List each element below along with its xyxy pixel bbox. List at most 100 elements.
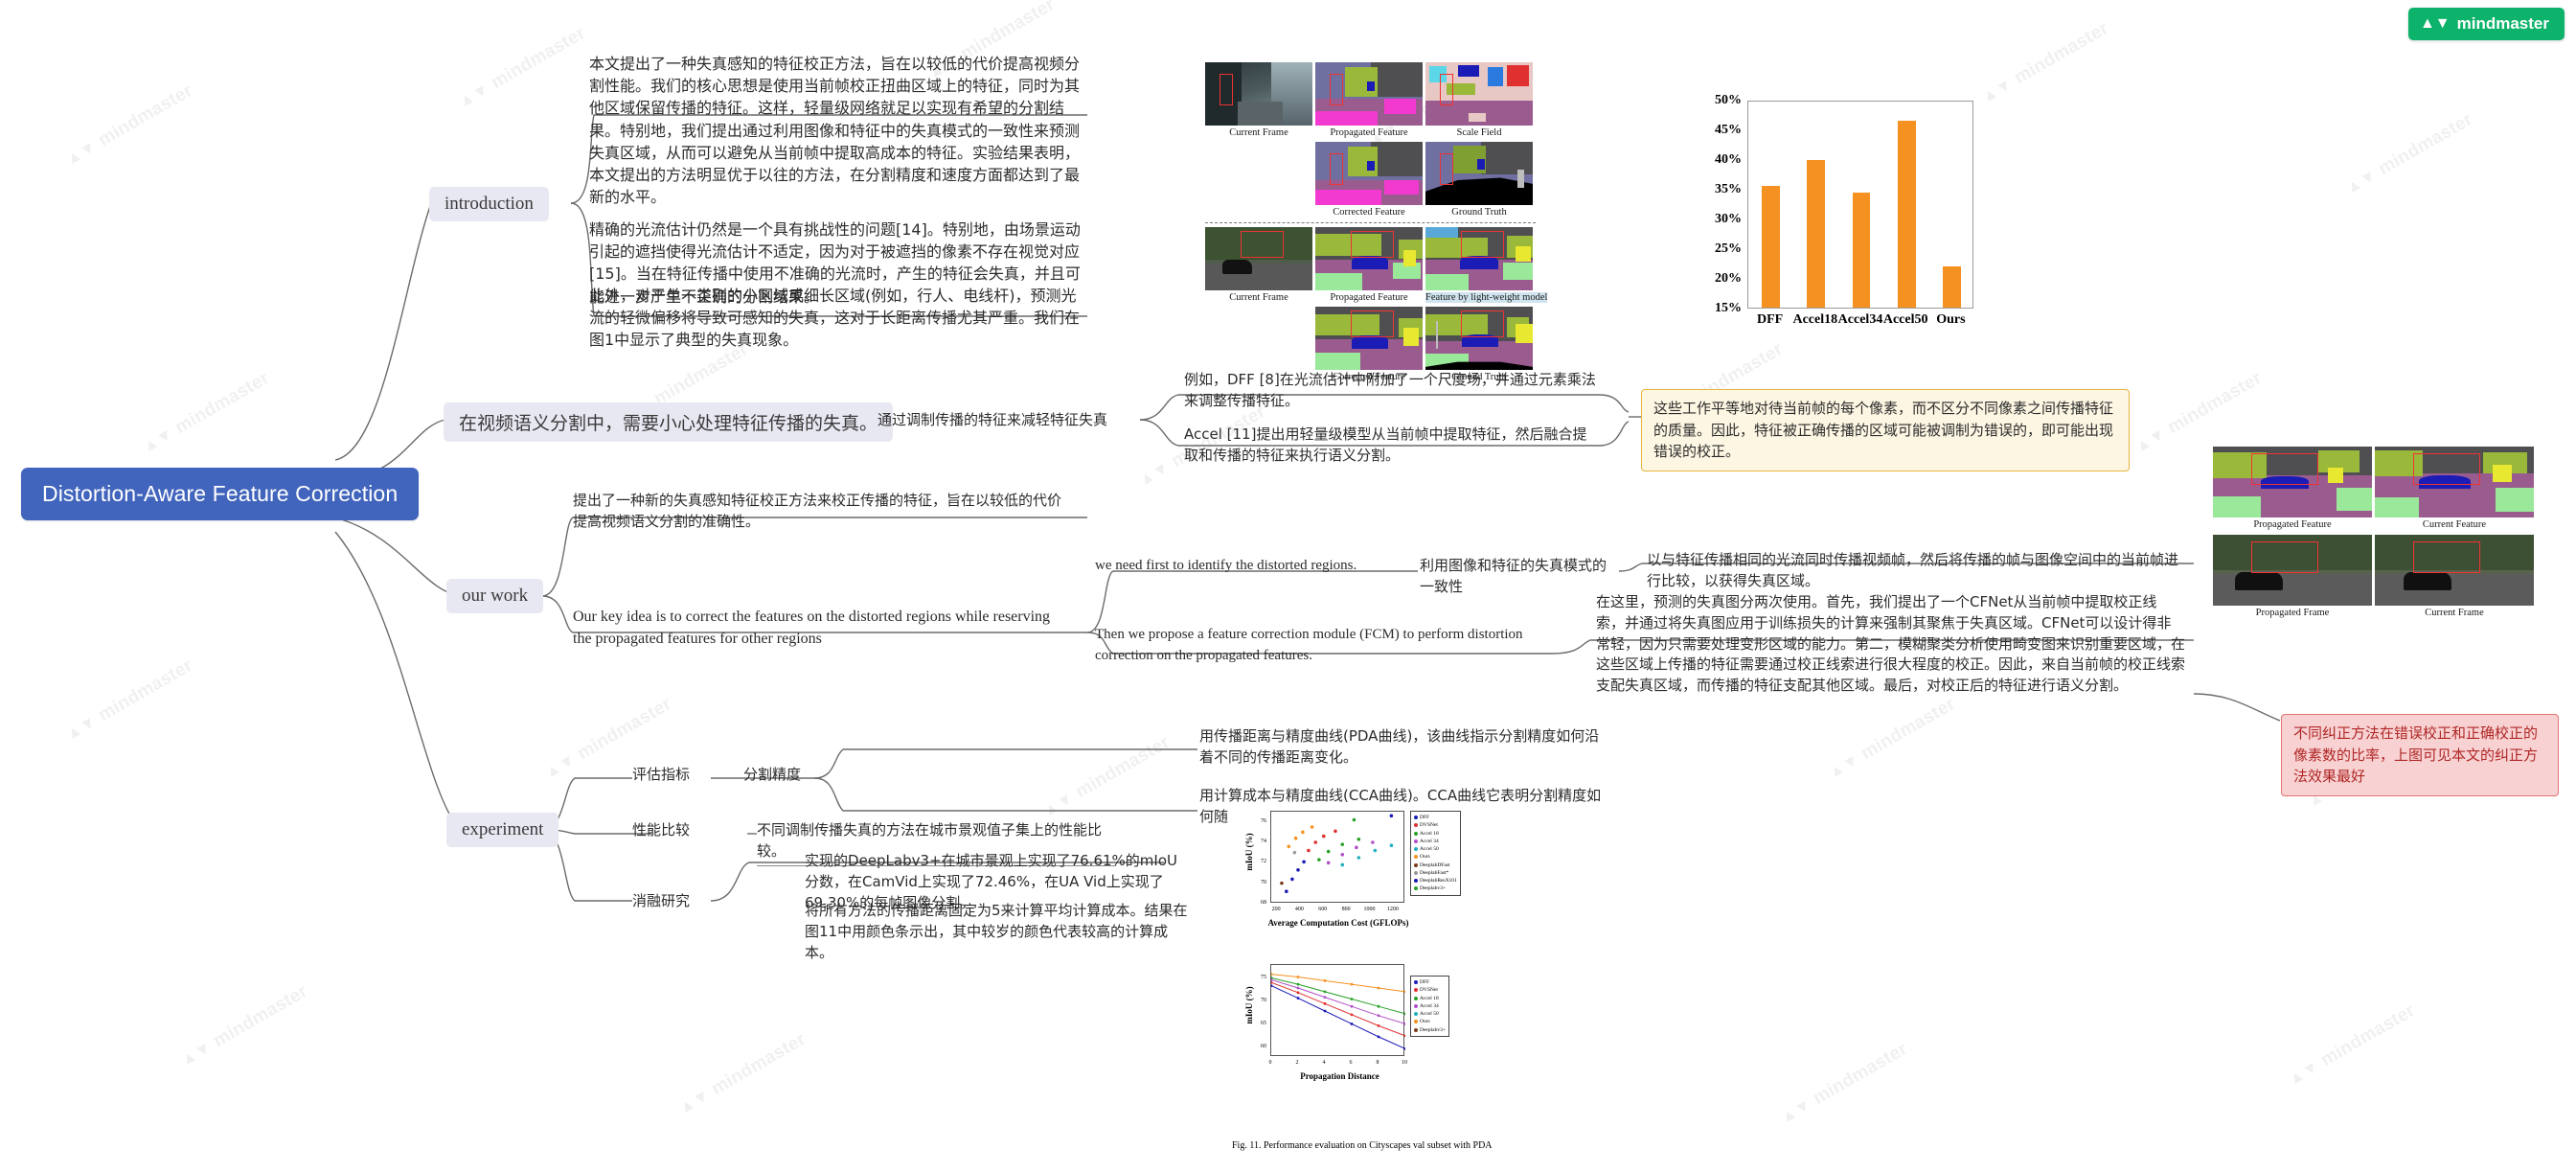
- figure-caption: Propagated Feature: [1330, 127, 1408, 138]
- legend-swatch: [1414, 862, 1418, 867]
- figure-cell: Corrected Feature: [1315, 142, 1423, 218]
- x-tick-label: 600: [1318, 907, 1328, 912]
- branch-our-work[interactable]: our work: [446, 579, 544, 613]
- x-tick-label: 10: [1402, 1060, 1407, 1066]
- figure-row: Current Frame Propagated Feature: [1205, 62, 1547, 138]
- bar-chart-plot-area: [1747, 101, 1973, 309]
- x-tick-label: 2: [1295, 1060, 1299, 1066]
- x-tick-label: Accel50: [1882, 312, 1928, 327]
- roi-box: [1460, 310, 1504, 337]
- figure-caption: Ground Truth: [1451, 372, 1507, 382]
- legend-item: DVSNet: [1414, 986, 1446, 994]
- x-tick-label: 800: [1341, 907, 1351, 912]
- mindmap-canvas: ▲▼mindmaster ▲▼mindmaster ▲▼mindmaster ▲…: [0, 0, 2576, 1172]
- figure-row: Current Frame Propagated Feature: [1205, 227, 1548, 303]
- bar-accel50: [1897, 121, 1916, 308]
- figure-caption: Scale Field: [1456, 127, 1502, 138]
- photo-cell: Current Frame: [2375, 535, 2534, 618]
- photo-caption: Propagated Frame: [2255, 608, 2330, 618]
- x-tick-label: Ours: [1936, 312, 1966, 327]
- legend-label: DeeplabFast*: [1420, 869, 1449, 876]
- legend-item: Deeplabv3+: [1414, 885, 1457, 892]
- legend-item: DeeplabFast*: [1414, 869, 1457, 877]
- legend-swatch: [1414, 879, 1418, 884]
- legend-swatch: [1414, 1003, 1418, 1008]
- y-tick-label: 20%: [1715, 271, 1742, 286]
- legend-swatch: [1414, 855, 1418, 860]
- corrected-feature-map-2: [1315, 307, 1423, 370]
- our-work-fcm: Then we propose a feature correction mod…: [1095, 627, 1523, 663]
- legend-label: Accel 34: [1420, 838, 1439, 844]
- roi-box: [1350, 310, 1394, 337]
- y-tick-label: 45%: [1715, 123, 1742, 137]
- our-work-key-idea: Our key idea is to correct the features …: [573, 609, 1051, 648]
- legend-swatch: [1414, 816, 1418, 820]
- legend-swatch: [1414, 1012, 1418, 1017]
- x-tick-label: 400: [1294, 907, 1304, 912]
- legend-swatch: [1414, 870, 1418, 875]
- propagated-feature-photo: [2213, 447, 2372, 517]
- bar-chart: 15% 20% 25% 30% 35% 40% 45% 50% DFF Accel18 Accel…: [1694, 91, 1981, 345]
- bar-dff: [1762, 185, 1781, 308]
- y-tick-label: 35%: [1715, 182, 1742, 196]
- legend-swatch: [1414, 823, 1418, 828]
- legend-item: Accel 50: [1414, 1010, 1446, 1018]
- brand-name: mindmaster: [2456, 14, 2549, 33]
- branch-introduction[interactable]: introduction: [429, 187, 549, 221]
- bar-ours: [1942, 266, 1961, 308]
- x-tick-label: Accel18: [1792, 312, 1838, 327]
- legend-item: Deeplabv3+: [1414, 1026, 1446, 1034]
- legend-item: DFF: [1414, 814, 1457, 821]
- pda-line-plot: 60 65 70 75 0 2 4 6 8 10 Propagation Distance mI…: [1228, 958, 1472, 1102]
- legend-label: Accel 34: [1420, 1002, 1439, 1009]
- x-tick-label: Accel34: [1837, 312, 1883, 327]
- our-work-detail: 在这里，预测的失真图分两次使用。首先，我们提出了一个CFNet从当前帧中提取校正…: [1596, 593, 2186, 694]
- branch-experiment[interactable]: experiment: [446, 813, 559, 847]
- legend-label: Ours: [1420, 1019, 1430, 1025]
- propagated-frame-photo: [2213, 535, 2372, 606]
- introduction-para-2: 此外，对于单一类别的小区域或细长区域(例如，行人、电线杆)，预测光流的轻微偏移将…: [589, 287, 1081, 350]
- roi-box: [2250, 453, 2318, 485]
- legend-label: DVSNet: [1420, 822, 1438, 829]
- current-frame-photo-2: [1205, 227, 1312, 290]
- legend-label: DFF: [1420, 979, 1430, 985]
- mindmaster-brand-chip[interactable]: ▲▼ mindmaster: [2407, 8, 2565, 40]
- legend-item: Ours: [1414, 853, 1457, 861]
- figure-cell: Propagated Feature: [1315, 62, 1423, 138]
- root-node[interactable]: Distortion-Aware Feature Correction: [21, 468, 420, 520]
- pda-x-axis-label: Propagation Distance: [1300, 1071, 1379, 1081]
- x-tick-label: 0: [1268, 1060, 1272, 1066]
- legend-item: Accel 18: [1414, 830, 1457, 838]
- legend-swatch: [1414, 847, 1418, 852]
- experiment-ablation-label: 消融研究: [632, 892, 691, 909]
- y-tick-label: 25%: [1715, 241, 1742, 256]
- photo-row-top: Propagated Feature Current Feature: [2213, 447, 2534, 530]
- legend-swatch: [1414, 996, 1418, 1000]
- figure-caption: Corrected Feature: [1333, 207, 1405, 218]
- photo-cell: Propagated Feature: [2213, 447, 2372, 530]
- propagated-feature-map: [1315, 62, 1423, 126]
- cca-scatter-plot: 68 70 72 74 76 200 400 600 800 1000 1200 Average …: [1228, 805, 1472, 939]
- x-tick-label: 8: [1376, 1060, 1379, 1066]
- experiment-perf-label: 性能比较: [632, 821, 691, 839]
- legend-item: Accel 34: [1414, 838, 1457, 845]
- distortion-statement[interactable]: 在视频语义分割中，需要小心处理特征传播的失真。: [444, 402, 894, 442]
- y-tick-label: 50%: [1715, 93, 1742, 107]
- cca-x-axis-label: Average Computation Cost (GFLOPs): [1267, 918, 1409, 928]
- cca-plot-area: [1270, 811, 1404, 903]
- legend-swatch: [1414, 1027, 1418, 1032]
- legend-item: DeeplabDFast: [1414, 862, 1457, 869]
- our-work-propagate: 以与特征传播相同的光流同时传播视频帧，然后将传播的帧与图像空间中的当前帧进行比较…: [1647, 551, 2179, 589]
- bar-accel18: [1807, 159, 1826, 308]
- feature-photo-panels: Propagated Feature Current Feature Propa…: [2213, 447, 2534, 618]
- photo-caption: Current Feature: [2422, 519, 2487, 530]
- pda-plot-area: [1270, 964, 1405, 1056]
- figure-cell: Scale Field: [1425, 62, 1533, 138]
- cca-y-axis-label: mIoU (%): [1244, 833, 1254, 871]
- introduction-abstract: 本文提出了一种失真感知的特征校正方法，旨在以较低的代价提高视频分割性能。我们的核…: [589, 55, 1081, 207]
- y-tick-label: 15%: [1715, 301, 1742, 315]
- mindmaster-logo-icon: ▲▼: [2419, 15, 2451, 32]
- legend-item: Accel 50: [1414, 845, 1457, 853]
- pda-y-axis-label: mIoU (%): [1244, 986, 1254, 1024]
- roi-box: [1439, 73, 1454, 105]
